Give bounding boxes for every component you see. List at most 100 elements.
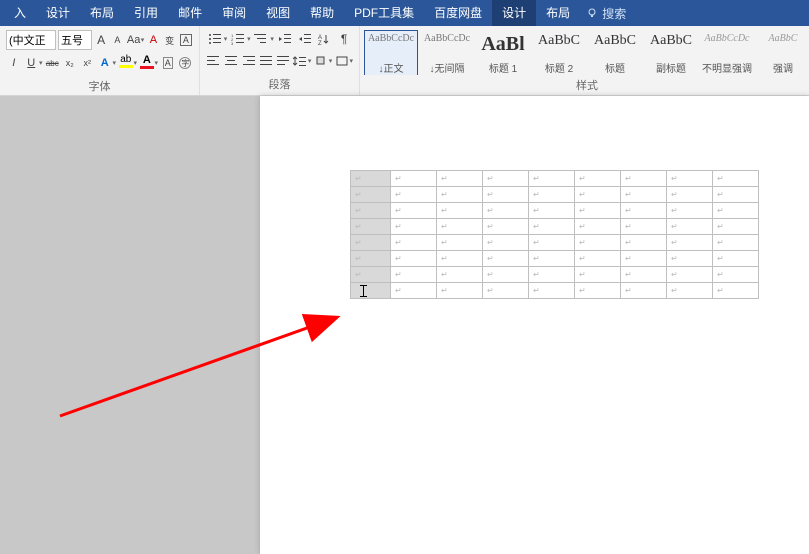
underline-button[interactable]: U [24, 54, 40, 72]
font-size-select[interactable] [58, 30, 92, 50]
table-cell[interactable]: ↵ [575, 283, 621, 299]
style-tile-0[interactable]: AaBbCcDc↓正文 [364, 30, 418, 75]
sort-button[interactable]: AZ [315, 30, 333, 48]
table-cell[interactable]: ↵ [621, 187, 667, 203]
shading-button[interactable] [313, 52, 328, 70]
table-cell[interactable]: ↵ [575, 235, 621, 251]
table-cell[interactable]: ↵ [483, 171, 529, 187]
table-cell[interactable]: ↵ [621, 267, 667, 283]
menu-view[interactable]: 视图 [256, 0, 300, 26]
table-cell[interactable]: ↵ [621, 235, 667, 251]
table-cell[interactable]: ↵ [575, 251, 621, 267]
table-cell[interactable]: ↵ [529, 251, 575, 267]
table-cell[interactable]: ↵ [529, 203, 575, 219]
menu-review[interactable]: 审阅 [212, 0, 256, 26]
style-tile-1[interactable]: AaBbCcDc↓无间隔 [420, 30, 474, 75]
table-row[interactable]: ↵↵↵↵↵↵↵↵↵ [351, 187, 759, 203]
table-cell[interactable]: ↵ [483, 235, 529, 251]
show-hide-marks-button[interactable]: ¶ [335, 30, 353, 48]
table-cell[interactable]: ↵ [529, 187, 575, 203]
table-cell[interactable]: ↵ [713, 235, 759, 251]
align-center-button[interactable] [223, 52, 238, 70]
table-row[interactable]: ↵↵↵↵↵↵↵↵↵ [351, 251, 759, 267]
table-cell[interactable]: ↵ [667, 171, 713, 187]
table-cell[interactable]: ↵ [483, 267, 529, 283]
table-header-cell[interactable]: ↵ [351, 203, 391, 219]
table-header-cell[interactable] [351, 283, 391, 299]
menu-mailings[interactable]: 邮件 [168, 0, 212, 26]
table-cell[interactable]: ↵ [437, 283, 483, 299]
style-tile-7[interactable]: AaBbC强调 [756, 30, 809, 75]
character-shading-button[interactable]: A [160, 54, 176, 72]
phonetic-guide-button[interactable]: 变 [163, 31, 177, 49]
menu-pdf-tools[interactable]: PDF工具集 [344, 0, 424, 26]
table-cell[interactable]: ↵ [667, 187, 713, 203]
table-cell[interactable]: ↵ [575, 203, 621, 219]
table-cell[interactable]: ↵ [437, 203, 483, 219]
style-tile-3[interactable]: AaBbC标题 2 [532, 30, 586, 75]
table-cell[interactable]: ↵ [621, 251, 667, 267]
grow-font-button[interactable]: A [94, 31, 108, 49]
table-cell[interactable]: ↵ [667, 251, 713, 267]
table-header-cell[interactable]: ↵ [351, 235, 391, 251]
table-cell[interactable]: ↵ [529, 235, 575, 251]
table-cell[interactable]: ↵ [713, 219, 759, 235]
menu-references[interactable]: 引用 [124, 0, 168, 26]
numbering-button[interactable]: 123 [229, 30, 247, 48]
table-cell[interactable]: ↵ [575, 187, 621, 203]
menu-baidu-netdisk[interactable]: 百度网盘 [424, 0, 492, 26]
menu-insert[interactable]: 入 [4, 0, 36, 26]
character-border-button[interactable]: A [179, 31, 193, 49]
justify-button[interactable] [258, 52, 273, 70]
table-row[interactable]: ↵↵↵↵↵↵↵↵↵ [351, 203, 759, 219]
superscript-button[interactable]: x² [80, 54, 96, 72]
table-cell[interactable]: ↵ [621, 283, 667, 299]
menu-table-layout[interactable]: 布局 [536, 0, 580, 26]
table-cell[interactable]: ↵ [667, 203, 713, 219]
font-name-select[interactable] [6, 30, 56, 50]
table-cell[interactable]: ↵ [575, 171, 621, 187]
align-left-button[interactable] [206, 52, 221, 70]
menu-help[interactable]: 帮助 [300, 0, 344, 26]
table-cell[interactable]: ↵ [621, 219, 667, 235]
decrease-indent-button[interactable] [276, 30, 294, 48]
table-cell[interactable]: ↵ [391, 283, 437, 299]
document-page[interactable]: ↵↵↵↵↵↵↵↵↵↵↵↵↵↵↵↵↵↵↵↵↵↵↵↵↵↵↵↵↵↵↵↵↵↵↵↵↵↵↵↵… [260, 96, 809, 554]
document-table[interactable]: ↵↵↵↵↵↵↵↵↵↵↵↵↵↵↵↵↵↵↵↵↵↵↵↵↵↵↵↵↵↵↵↵↵↵↵↵↵↵↵↵… [350, 170, 759, 299]
table-cell[interactable]: ↵ [529, 267, 575, 283]
table-cell[interactable]: ↵ [483, 219, 529, 235]
table-cell[interactable]: ↵ [391, 235, 437, 251]
table-cell[interactable]: ↵ [667, 267, 713, 283]
table-cell[interactable]: ↵ [437, 251, 483, 267]
strikethrough-button[interactable]: abc [45, 54, 61, 72]
table-cell[interactable]: ↵ [391, 203, 437, 219]
table-row[interactable]: ↵↵↵↵↵↵↵↵ [351, 283, 759, 299]
table-cell[interactable]: ↵ [575, 219, 621, 235]
table-cell[interactable]: ↵ [437, 219, 483, 235]
table-cell[interactable]: ↵ [437, 187, 483, 203]
table-row[interactable]: ↵↵↵↵↵↵↵↵↵ [351, 267, 759, 283]
style-tile-2[interactable]: AaBl标题 1 [476, 30, 530, 75]
table-cell[interactable]: ↵ [667, 283, 713, 299]
table-cell[interactable]: ↵ [529, 171, 575, 187]
align-right-button[interactable] [241, 52, 256, 70]
table-cell[interactable]: ↵ [391, 251, 437, 267]
table-row[interactable]: ↵↵↵↵↵↵↵↵↵ [351, 235, 759, 251]
table-cell[interactable]: ↵ [575, 267, 621, 283]
menu-design[interactable]: 设计 [36, 0, 80, 26]
table-row[interactable]: ↵↵↵↵↵↵↵↵↵ [351, 219, 759, 235]
table-header-cell[interactable]: ↵ [351, 267, 391, 283]
table-cell[interactable]: ↵ [437, 171, 483, 187]
table-cell[interactable]: ↵ [529, 219, 575, 235]
style-tile-5[interactable]: AaBbC副标题 [644, 30, 698, 75]
subscript-button[interactable]: x₂ [62, 54, 78, 72]
highlight-button[interactable]: ab [118, 54, 134, 72]
table-cell[interactable]: ↵ [621, 171, 667, 187]
increase-indent-button[interactable] [296, 30, 314, 48]
table-cell[interactable]: ↵ [713, 171, 759, 187]
text-effects-button[interactable]: A [97, 54, 113, 72]
table-header-cell[interactable]: ↵ [351, 171, 391, 187]
table-cell[interactable]: ↵ [391, 187, 437, 203]
distribute-button[interactable] [275, 52, 290, 70]
change-case-button[interactable]: Aa [127, 31, 141, 49]
